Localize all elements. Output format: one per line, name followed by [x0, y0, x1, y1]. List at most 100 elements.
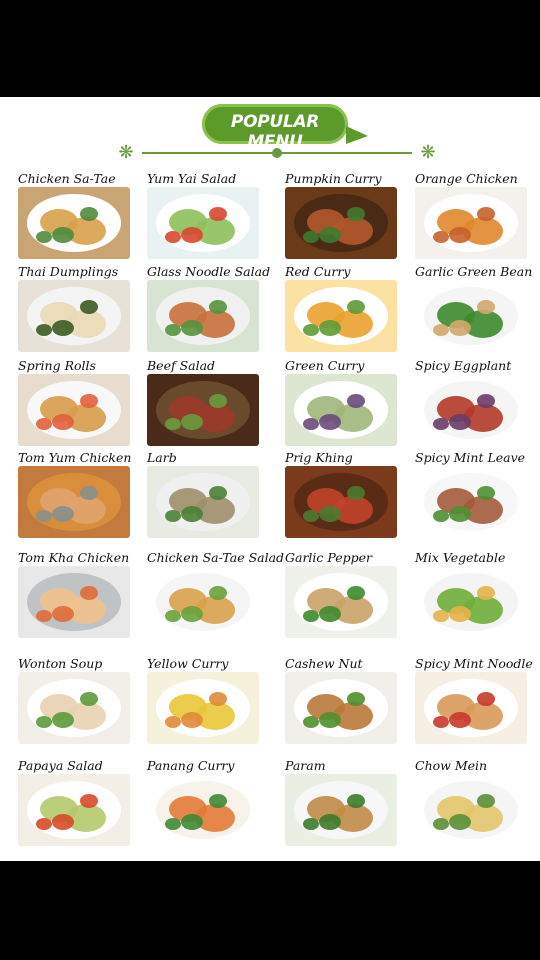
flourish-right-icon: ❋: [420, 142, 436, 163]
divider-center-dot: [272, 148, 282, 158]
menu-item[interactable]: Chicken Sa-Tae Salad: [147, 550, 284, 642]
menu-item[interactable]: Garlic Green Bean: [415, 264, 533, 356]
food-shape: [449, 320, 471, 336]
food-shape: [319, 814, 341, 830]
food-shape: [80, 586, 98, 600]
menu-item[interactable]: Thai Dumplings: [18, 264, 134, 356]
menu-item[interactable]: Yum Yai Salad: [147, 171, 263, 263]
menu-item-photo: [18, 374, 130, 446]
menu-item-label: Spring Rolls: [18, 358, 96, 373]
menu-item-photo: [415, 374, 527, 446]
menu-item-photo: [18, 672, 130, 744]
menu-item[interactable]: Prig Khing: [285, 450, 401, 542]
food-shape: [347, 207, 365, 221]
menu-item-photo: [18, 466, 130, 538]
menu-item-label: Thai Dumplings: [18, 264, 119, 279]
menu-item-label: Spicy Mint Noodle: [415, 656, 533, 671]
menu-item[interactable]: Beef Salad: [147, 358, 263, 450]
menu-item[interactable]: Papaya Salad: [18, 758, 134, 850]
menu-item[interactable]: Mix Vegetable: [415, 550, 531, 642]
food-shape: [36, 818, 52, 830]
menu-item[interactable]: Larb: [147, 450, 263, 542]
menu-item-photo: [415, 280, 527, 352]
menu-item[interactable]: Wonton Soup: [18, 656, 134, 748]
menu-item[interactable]: Yellow Curry: [147, 656, 263, 748]
food-shape: [52, 414, 74, 430]
food-shape: [433, 818, 449, 830]
food-shape: [209, 486, 227, 500]
menu-item[interactable]: Pumpkin Curry: [285, 171, 401, 263]
menu-item[interactable]: Chow Mein: [415, 758, 531, 850]
food-shape: [319, 506, 341, 522]
food-shape: [80, 794, 98, 808]
menu-item-label: Red Curry: [285, 264, 351, 279]
food-shape: [181, 712, 203, 728]
menu-item-photo: [18, 187, 130, 259]
food-shape: [181, 606, 203, 622]
menu-item[interactable]: Param: [285, 758, 401, 850]
food-shape: [80, 486, 98, 500]
food-shape: [303, 231, 319, 243]
menu-item-label: Garlic Pepper: [285, 550, 373, 565]
food-shape: [319, 320, 341, 336]
menu-item-photo: [147, 374, 259, 446]
food-shape: [165, 418, 181, 430]
menu-item[interactable]: Red Curry: [285, 264, 401, 356]
food-shape: [80, 207, 98, 221]
food-shape: [181, 414, 203, 430]
menu-item[interactable]: Tom Yum Chicken: [18, 450, 134, 542]
food-shape: [52, 320, 74, 336]
menu-item[interactable]: Chicken Sa-Tae: [18, 171, 134, 263]
menu-item-photo: [285, 672, 397, 744]
menu-item[interactable]: Green Curry: [285, 358, 401, 450]
menu-item-photo: [147, 187, 259, 259]
food-shape: [319, 606, 341, 622]
food-shape: [477, 394, 495, 408]
food-shape: [181, 814, 203, 830]
food-shape: [449, 712, 471, 728]
menu-item-photo: [285, 187, 397, 259]
food-shape: [303, 610, 319, 622]
menu-item-label: Param: [285, 758, 326, 773]
menu-item-photo: [18, 280, 130, 352]
menu-item[interactable]: Tom Kha Chicken: [18, 550, 134, 642]
menu-item[interactable]: Orange Chicken: [415, 171, 531, 263]
food-shape: [52, 712, 74, 728]
food-shape: [319, 712, 341, 728]
food-shape: [209, 692, 227, 706]
menu-item-label: Yellow Curry: [147, 656, 229, 671]
menu-item[interactable]: Spicy Mint Noodle: [415, 656, 533, 748]
menu-item-photo: [147, 466, 259, 538]
menu-item-photo: [147, 280, 259, 352]
food-shape: [303, 818, 319, 830]
menu-item[interactable]: Glass Noodle Salad: [147, 264, 270, 356]
menu-item-photo: [18, 774, 130, 846]
food-shape: [477, 207, 495, 221]
menu-item[interactable]: Spring Rolls: [18, 358, 134, 450]
menu-item-photo: [415, 187, 527, 259]
menu-item-label: Garlic Green Bean: [415, 264, 533, 279]
menu-item[interactable]: Spicy Eggplant: [415, 358, 531, 450]
food-shape: [80, 692, 98, 706]
menu-item-photo: [415, 466, 527, 538]
menu-item-photo: [147, 566, 259, 638]
food-shape: [80, 394, 98, 408]
food-shape: [347, 394, 365, 408]
menu-item-photo: [147, 774, 259, 846]
food-shape: [165, 610, 181, 622]
food-shape: [347, 486, 365, 500]
menu-item-label: Tom Yum Chicken: [18, 450, 132, 465]
food-shape: [433, 324, 449, 336]
menu-item-label: Yum Yai Salad: [147, 171, 237, 186]
menu-item[interactable]: Garlic Pepper: [285, 550, 401, 642]
menu-item-label: Mix Vegetable: [415, 550, 506, 565]
food-shape: [347, 692, 365, 706]
food-shape: [209, 207, 227, 221]
menu-item-photo: [18, 566, 130, 638]
menu-item[interactable]: Panang Curry: [147, 758, 263, 850]
menu-item-label: Glass Noodle Salad: [147, 264, 271, 279]
food-shape: [181, 320, 203, 336]
menu-item[interactable]: Spicy Mint Leave: [415, 450, 531, 542]
food-shape: [433, 716, 449, 728]
menu-item[interactable]: Cashew Nut: [285, 656, 401, 748]
